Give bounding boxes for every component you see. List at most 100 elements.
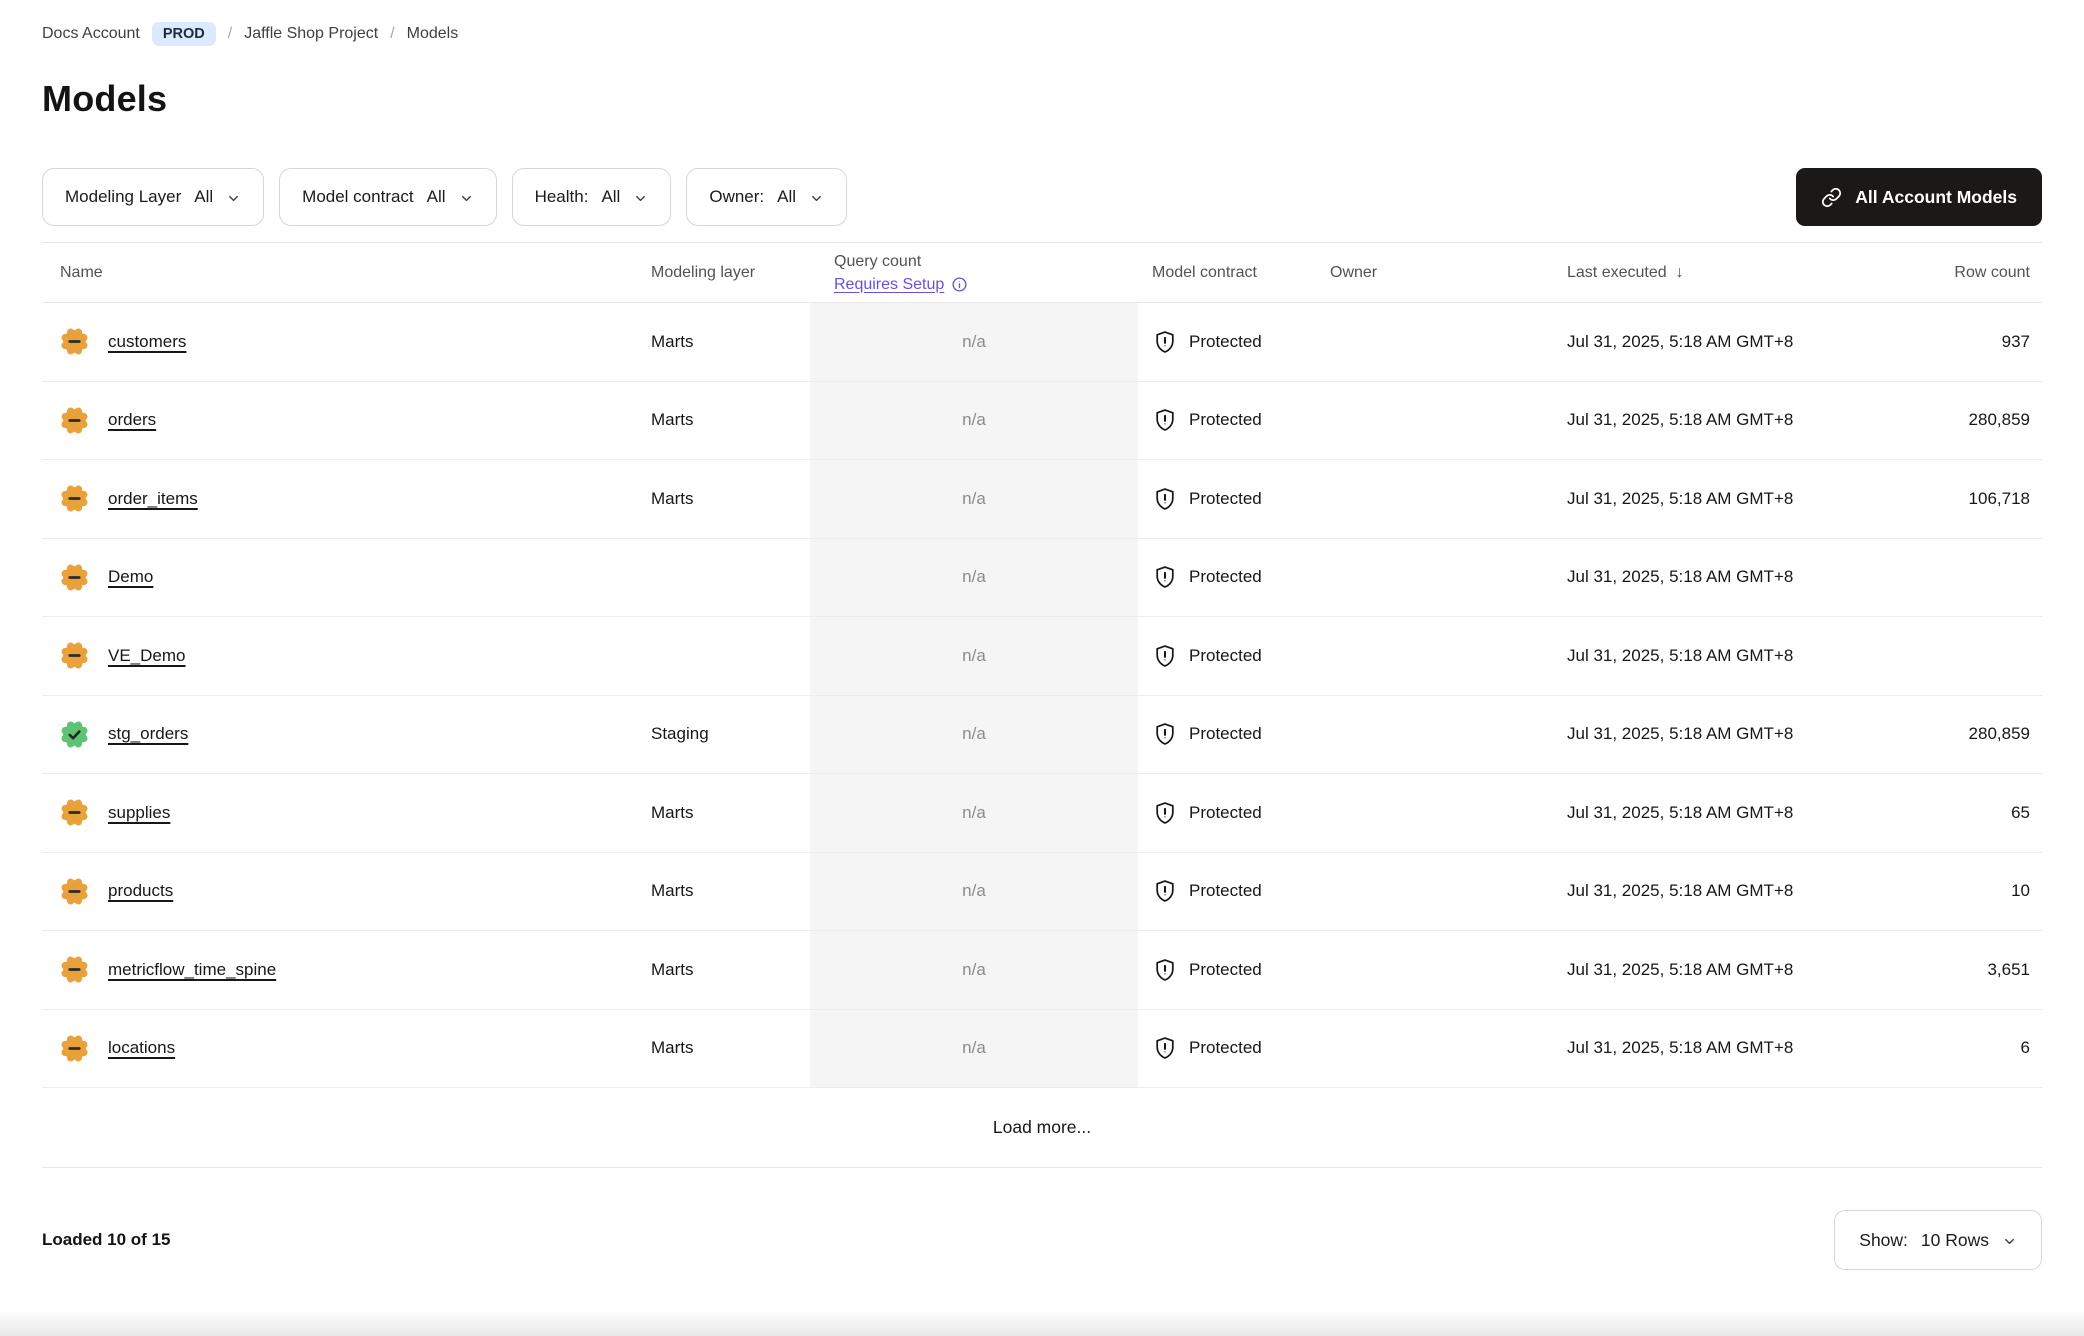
- cell-query-count: n/a: [810, 931, 1138, 1009]
- cell-model-contract: Protected: [1138, 931, 1316, 1009]
- query-count-label: Query count: [834, 250, 921, 273]
- page-size-value: 10 Rows: [1921, 1230, 1989, 1251]
- cell-owner: [1316, 1010, 1545, 1088]
- table-row: orders Marts n/a Protected Jul 31, 2025,…: [42, 382, 2042, 461]
- cell-row-count: [1880, 539, 2052, 617]
- load-more-button[interactable]: Load more...: [993, 1117, 1091, 1138]
- requires-setup-link[interactable]: Requires Setup: [834, 273, 968, 296]
- filter-value: All: [427, 187, 446, 207]
- cell-modeling-layer: [651, 617, 810, 695]
- cell-model-contract: Protected: [1138, 303, 1316, 381]
- info-icon: [951, 276, 968, 293]
- page-title: Models: [42, 78, 2042, 120]
- cell-query-count: n/a: [810, 696, 1138, 774]
- cell-owner: [1316, 303, 1545, 381]
- table-row: order_items Marts n/a Protected Jul 31, …: [42, 460, 2042, 539]
- link-icon: [1821, 187, 1842, 208]
- column-header-last-executed[interactable]: Last executed ↓: [1545, 243, 1880, 302]
- chevron-down-icon: [633, 191, 648, 206]
- cell-last-executed: Jul 31, 2025, 5:18 AM GMT+8: [1545, 303, 1880, 381]
- health-warning-icon: [60, 798, 89, 827]
- cell-last-executed: Jul 31, 2025, 5:18 AM GMT+8: [1545, 696, 1880, 774]
- shield-exclamation-icon: [1152, 329, 1178, 355]
- chevron-down-icon: [2002, 1234, 2017, 1249]
- cell-query-count: n/a: [810, 303, 1138, 381]
- table-row: Demo n/a Protected Jul 31, 2025, 5:18 AM…: [42, 539, 2042, 618]
- cell-row-count: [1880, 617, 2052, 695]
- sort-descending-icon: ↓: [1676, 264, 1684, 282]
- column-header-name[interactable]: Name: [42, 243, 651, 302]
- cell-last-executed: Jul 31, 2025, 5:18 AM GMT+8: [1545, 382, 1880, 460]
- health-warning-icon: [60, 327, 89, 356]
- column-header-modeling-layer[interactable]: Modeling layer: [651, 243, 810, 302]
- model-name-link[interactable]: metricflow_time_spine: [108, 960, 276, 980]
- column-header-row-count[interactable]: Row count: [1880, 243, 2052, 302]
- table-row: metricflow_time_spine Marts n/a Protecte…: [42, 931, 2042, 1010]
- shield-exclamation-icon: [1152, 721, 1178, 747]
- cell-model-contract: Protected: [1138, 382, 1316, 460]
- models-page: Docs Account PROD / Jaffle Shop Project …: [0, 0, 2084, 1292]
- cell-last-executed: Jul 31, 2025, 5:18 AM GMT+8: [1545, 617, 1880, 695]
- breadcrumb-account-link[interactable]: Docs Account: [42, 25, 140, 43]
- model-name-link[interactable]: orders: [108, 410, 156, 430]
- column-header-owner[interactable]: Owner: [1316, 243, 1545, 302]
- filter-value: All: [601, 187, 620, 207]
- requires-setup-label: Requires Setup: [834, 273, 944, 296]
- chevron-down-icon: [809, 191, 824, 206]
- all-account-models-button[interactable]: All Account Models: [1796, 168, 2042, 226]
- table-footer: Loaded 10 of 15 Show: 10 Rows: [42, 1188, 2042, 1292]
- shield-exclamation-icon: [1152, 1035, 1178, 1061]
- cell-modeling-layer: Staging: [651, 696, 810, 774]
- filter-model-contract[interactable]: Model contract All: [279, 168, 496, 226]
- cell-row-count: 280,859: [1880, 696, 2052, 774]
- breadcrumb-current: Models: [407, 25, 459, 43]
- load-more-row: Load more...: [42, 1088, 2042, 1168]
- cell-row-count: 280,859: [1880, 382, 2052, 460]
- column-header-model-contract[interactable]: Model contract: [1138, 243, 1316, 302]
- filter-label: Model contract: [302, 187, 414, 207]
- health-warning-icon: [60, 406, 89, 435]
- filter-modeling-layer[interactable]: Modeling Layer All: [42, 168, 264, 226]
- shield-exclamation-icon: [1152, 643, 1178, 669]
- cell-last-executed: Jul 31, 2025, 5:18 AM GMT+8: [1545, 539, 1880, 617]
- all-account-models-label: All Account Models: [1855, 187, 2017, 208]
- shield-exclamation-icon: [1152, 407, 1178, 433]
- cell-model-contract: Protected: [1138, 1010, 1316, 1088]
- cell-last-executed: Jul 31, 2025, 5:18 AM GMT+8: [1545, 931, 1880, 1009]
- shield-exclamation-icon: [1152, 878, 1178, 904]
- breadcrumb-separator: /: [390, 25, 394, 43]
- cell-modeling-layer: Marts: [651, 774, 810, 852]
- cell-query-count: n/a: [810, 460, 1138, 538]
- shield-exclamation-icon: [1152, 564, 1178, 590]
- page-size-dropdown[interactable]: Show: 10 Rows: [1834, 1210, 2042, 1270]
- health-warning-icon: [60, 563, 89, 592]
- model-name-link[interactable]: Demo: [108, 567, 153, 587]
- breadcrumb: Docs Account PROD / Jaffle Shop Project …: [42, 22, 2042, 46]
- model-name-link[interactable]: stg_orders: [108, 724, 188, 744]
- table-row: products Marts n/a Protected Jul 31, 202…: [42, 853, 2042, 932]
- shield-exclamation-icon: [1152, 486, 1178, 512]
- cell-name: supplies: [42, 774, 651, 852]
- cell-model-contract: Protected: [1138, 774, 1316, 852]
- contract-label: Protected: [1189, 960, 1262, 980]
- contract-label: Protected: [1189, 489, 1262, 509]
- model-name-link[interactable]: products: [108, 881, 173, 901]
- filter-health[interactable]: Health: All: [512, 168, 672, 226]
- breadcrumb-project-link[interactable]: Jaffle Shop Project: [244, 25, 378, 43]
- table-body: customers Marts n/a Protected Jul 31, 20…: [42, 303, 2042, 1088]
- cell-model-contract: Protected: [1138, 539, 1316, 617]
- cell-owner: [1316, 931, 1545, 1009]
- model-name-link[interactable]: supplies: [108, 803, 170, 823]
- page-size-label: Show:: [1859, 1230, 1908, 1251]
- model-name-link[interactable]: locations: [108, 1038, 175, 1058]
- cell-owner: [1316, 774, 1545, 852]
- cell-last-executed: Jul 31, 2025, 5:18 AM GMT+8: [1545, 853, 1880, 931]
- model-name-link[interactable]: customers: [108, 332, 186, 352]
- filter-owner[interactable]: Owner: All: [686, 168, 847, 226]
- model-name-link[interactable]: VE_Demo: [108, 646, 185, 666]
- cell-modeling-layer: Marts: [651, 1010, 810, 1088]
- shield-exclamation-icon: [1152, 957, 1178, 983]
- cell-name: products: [42, 853, 651, 931]
- loaded-count-text: Loaded 10 of 15: [42, 1230, 170, 1250]
- model-name-link[interactable]: order_items: [108, 489, 198, 509]
